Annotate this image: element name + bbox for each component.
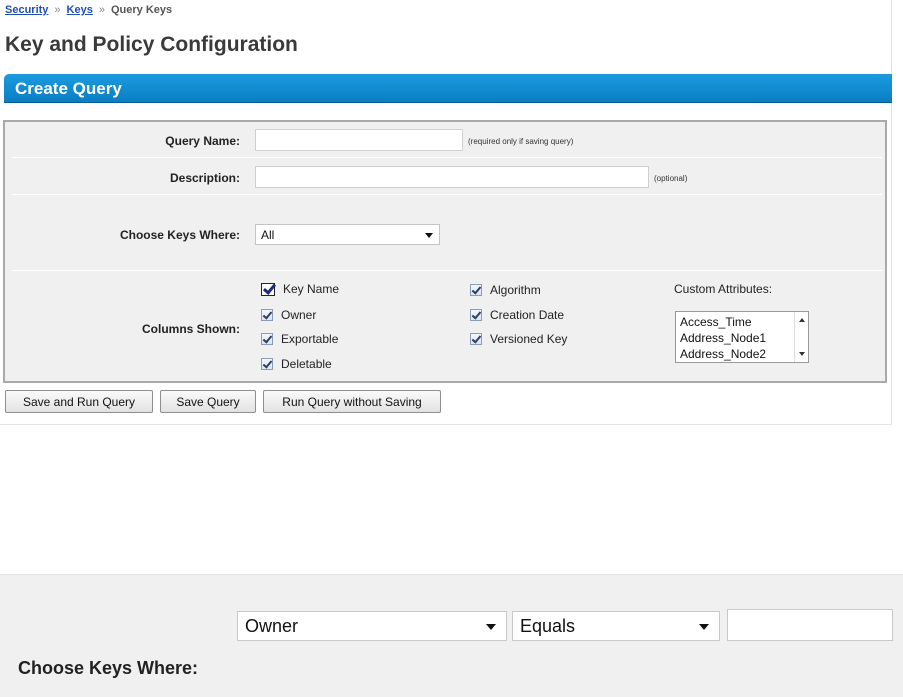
checkbox-checked-icon: [261, 309, 273, 321]
listbox-option[interactable]: Access_Time: [680, 315, 752, 329]
checkbox-owner[interactable]: Owner: [261, 308, 316, 322]
page-title: Key and Policy Configuration: [5, 33, 298, 56]
field-selected-value: Owner: [245, 616, 299, 636]
create-query-form: Query Name: (required only if saving que…: [3, 120, 887, 383]
breadcrumb-separator: »: [54, 4, 61, 16]
breadcrumb-security-link[interactable]: Security: [5, 4, 48, 16]
choose-keys-where-label: Choose Keys Where:: [18, 658, 199, 678]
checkbox-algorithm[interactable]: Algorithm: [470, 283, 541, 297]
description-label: Description:: [169, 171, 240, 185]
section-header: Create Query: [4, 74, 892, 103]
query-name-input[interactable]: [255, 129, 463, 151]
value-input[interactable]: [727, 609, 893, 641]
field-select[interactable]: Owner: [237, 611, 507, 641]
checkbox-checked-icon: [261, 282, 275, 296]
query-name-label: Query Name:: [165, 134, 240, 148]
custom-attributes-listbox[interactable]: Access_Time Address_Node1 Address_Node2: [675, 311, 809, 363]
checkbox-creation-date[interactable]: Creation Date: [470, 308, 564, 322]
checkbox-checked-icon: [261, 358, 273, 370]
chevron-down-icon: [486, 624, 496, 630]
description-input[interactable]: [255, 166, 649, 188]
checkbox-label: Owner: [281, 308, 317, 322]
scroll-down-icon[interactable]: [799, 352, 805, 356]
choose-keys-zoom-panel: Owner Equals Choose Keys Where:: [0, 574, 903, 697]
checkbox-deletable[interactable]: Deletable: [261, 357, 332, 371]
checkbox-versioned-key[interactable]: Versioned Key: [470, 332, 567, 346]
chevron-down-icon: [425, 233, 433, 238]
section-title: Create Query: [15, 79, 122, 98]
choose-keys-label: Choose Keys Where:: [119, 228, 240, 242]
checkbox-label: Versioned Key: [490, 332, 568, 346]
scroll-up-icon[interactable]: [799, 318, 805, 322]
columns-shown-label: Columns Shown:: [142, 322, 240, 336]
listbox-option[interactable]: Address_Node1: [680, 331, 766, 345]
query-keys-panel: Security » Keys » Query Keys Key and Policy …: [0, 0, 892, 425]
breadcrumb-keys-link[interactable]: Keys: [67, 4, 93, 16]
checkbox-key-name[interactable]: Key Name: [261, 282, 339, 296]
checkbox-label: Exportable: [281, 332, 339, 346]
save-query-button[interactable]: Save Query: [160, 390, 256, 413]
checkbox-checked-icon: [470, 309, 482, 321]
checkbox-label: Creation Date: [490, 308, 565, 322]
checkbox-label: Algorithm: [490, 283, 541, 297]
description-hint: (optional): [654, 174, 688, 183]
checkbox-label: Deletable: [281, 357, 332, 371]
checkbox-checked-icon: [470, 333, 482, 345]
operator-selected-value: Equals: [520, 616, 576, 636]
breadcrumb: Security » Keys » Query Keys: [5, 4, 172, 16]
row-divider: [12, 157, 882, 158]
listbox-scrollbar[interactable]: [794, 312, 808, 362]
breadcrumb-current: Query Keys: [110, 4, 173, 16]
save-and-run-query-button[interactable]: Save and Run Query: [5, 390, 153, 413]
choose-keys-select[interactable]: All: [255, 224, 440, 245]
operator-select[interactable]: Equals: [512, 611, 720, 641]
checkbox-label: Key Name: [283, 282, 340, 296]
checkbox-exportable[interactable]: Exportable: [261, 332, 338, 346]
choose-keys-selected-value: All: [261, 228, 275, 242]
run-query-without-saving-button[interactable]: Run Query without Saving: [263, 390, 441, 413]
listbox-option[interactable]: Address_Node2: [680, 347, 766, 361]
custom-attributes-label: Custom Attributes:: [674, 282, 773, 296]
breadcrumb-separator: »: [98, 4, 105, 16]
row-divider: [12, 194, 882, 195]
checkbox-checked-icon: [261, 333, 273, 345]
chevron-down-icon: [699, 624, 709, 630]
row-divider: [12, 270, 882, 271]
checkbox-checked-icon: [470, 284, 482, 296]
query-name-hint: (required only if saving query): [468, 137, 574, 146]
